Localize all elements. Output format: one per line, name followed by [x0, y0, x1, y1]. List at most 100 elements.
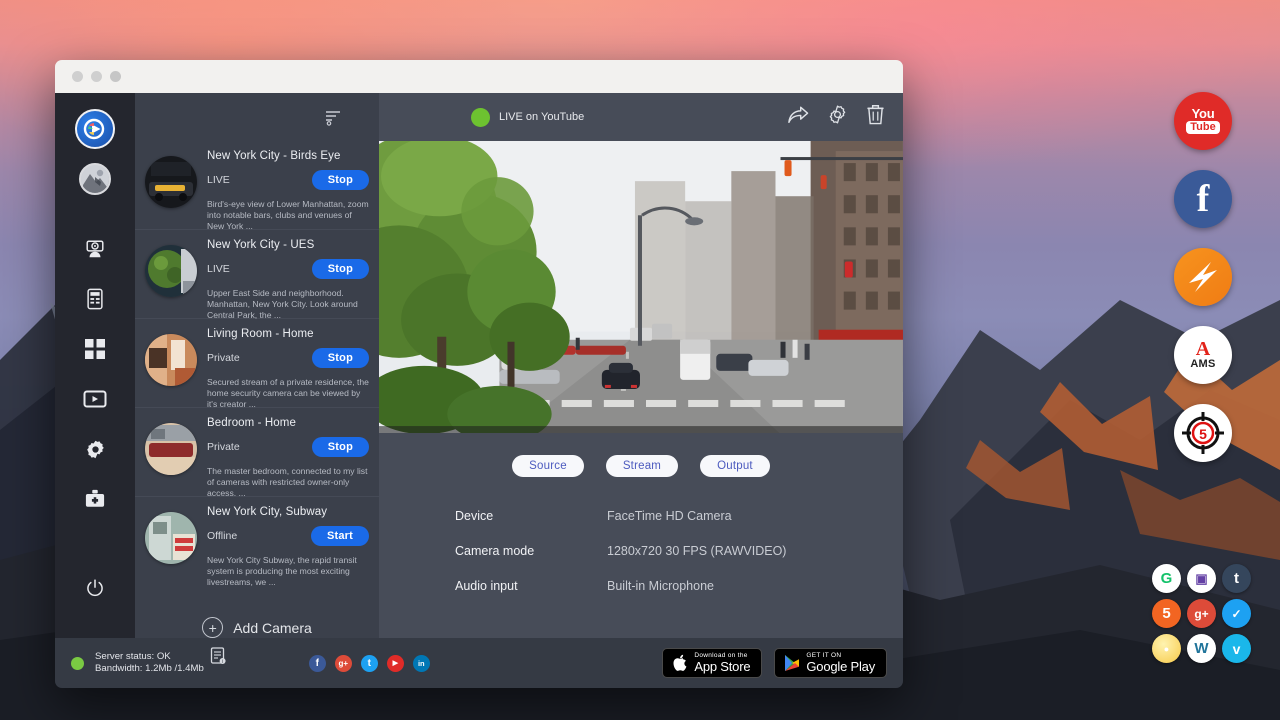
- youtube-you-text: You: [1192, 108, 1215, 120]
- camera-info: New York City - Birds Eye LIVE Stop Bird…: [207, 150, 369, 219]
- camera-status-row: Private Stop: [207, 437, 369, 457]
- sidebar-item-power[interactable]: [75, 568, 115, 608]
- adobe-ams-desktop-icon[interactable]: A AMS: [1174, 326, 1232, 384]
- sidebar-item-avatar[interactable]: [75, 159, 115, 199]
- twitter-icon[interactable]: t: [361, 655, 378, 672]
- window-close-dot[interactable]: [72, 71, 83, 82]
- tab-source[interactable]: Source: [512, 455, 584, 477]
- social-links: f g+ t ▶ in: [309, 655, 430, 672]
- camera-description: New York City Subway, the rapid transit …: [207, 555, 369, 588]
- audio-input-label: Audio input: [455, 579, 607, 593]
- trash-icon[interactable]: [866, 104, 885, 130]
- sidebar-item-cameras[interactable]: [75, 229, 115, 269]
- window-titlebar: [55, 60, 903, 93]
- tab-stream[interactable]: Stream: [606, 455, 678, 477]
- info-row-camera-mode: Camera mode 1280x720 30 FPS (RAWVIDEO): [455, 544, 903, 558]
- camera-thumbnail: [145, 156, 197, 208]
- camera-status: Offline: [207, 530, 237, 542]
- camera-status: LIVE: [207, 263, 230, 275]
- window-minimize-dot[interactable]: [91, 71, 102, 82]
- camera-start-button[interactable]: Start: [311, 526, 369, 546]
- audio-input-value: Built-in Microphone: [607, 579, 714, 593]
- camera-thumbnail: [145, 245, 197, 297]
- info-row-audio-input: Audio input Built-in Microphone: [455, 579, 903, 593]
- sidebar-item-player[interactable]: [75, 379, 115, 419]
- camera-info: Bedroom - Home Private Stop The master b…: [207, 417, 369, 486]
- camera-thumbnail: [145, 423, 197, 475]
- google-plus-icon[interactable]: g+: [335, 655, 352, 672]
- log-document-icon[interactable]: i: [210, 647, 227, 670]
- source-info-table: Device FaceTime HD Camera Camera mode 12…: [455, 509, 903, 614]
- camera-description: Secured stream of a private residence, t…: [207, 377, 369, 410]
- camera-title: New York City - Birds Eye: [207, 150, 369, 162]
- camera-list-item[interactable]: Living Room - Home Private Stop Secured …: [135, 319, 379, 408]
- wowza-desktop-icon[interactable]: [1174, 248, 1232, 306]
- camera-status-row: LIVE Stop: [207, 259, 369, 279]
- camera-description: Upper East Side and neighborhood. Manhat…: [207, 288, 369, 321]
- first-aid-kit-icon: [84, 489, 106, 509]
- sidebar-item-device[interactable]: [75, 279, 115, 319]
- camera-list-item[interactable]: New York City, Subway Offline Start New …: [135, 497, 379, 585]
- desktop-icon-column: You Tube f A AMS 5: [1172, 92, 1234, 462]
- flickr-icon[interactable]: ●: [1152, 634, 1181, 663]
- five-target-desktop-icon[interactable]: 5: [1174, 404, 1232, 462]
- video-preview[interactable]: [379, 141, 903, 433]
- youtube-icon[interactable]: ▶: [387, 655, 404, 672]
- facebook-desktop-icon[interactable]: f: [1174, 170, 1232, 228]
- five-glyph: 5: [1162, 605, 1170, 622]
- camera-title: Bedroom - Home: [207, 417, 369, 429]
- apple-icon: [672, 654, 688, 673]
- facebook-icon[interactable]: f: [309, 655, 326, 672]
- live-status-group: LIVE on YouTube: [471, 108, 584, 127]
- tumblr-icon[interactable]: t: [1222, 564, 1251, 593]
- grid-icon: [85, 339, 105, 359]
- camera-stop-button[interactable]: Stop: [312, 170, 369, 190]
- camera-status-row: LIVE Stop: [207, 170, 369, 190]
- vimeo-icon[interactable]: v: [1222, 634, 1251, 663]
- app-store-text: Download on the App Store: [694, 652, 750, 674]
- wordpress-glyph: W: [1194, 640, 1208, 657]
- power-icon: [85, 578, 105, 598]
- camera-stop-button[interactable]: Stop: [312, 437, 369, 457]
- sidebar-item-dashboard[interactable]: [75, 329, 115, 369]
- camera-list-item[interactable]: New York City - Birds Eye LIVE Stop Bird…: [135, 141, 379, 230]
- sidebar-item-settings[interactable]: [75, 429, 115, 469]
- share-icon[interactable]: [787, 105, 809, 130]
- twitch-icon[interactable]: ▣: [1187, 564, 1216, 593]
- ams-label: AMS: [1190, 359, 1215, 370]
- camera-description: Bird's-eye view of Lower Manhattan, zoom…: [207, 199, 369, 232]
- gear-icon[interactable]: [827, 104, 848, 130]
- camera-stop-button[interactable]: Stop: [312, 348, 369, 368]
- five-icon[interactable]: 5: [1152, 599, 1181, 628]
- google-plus-cluster-icon[interactable]: g+: [1187, 599, 1216, 628]
- google-plus-glyph: g+: [1194, 607, 1208, 621]
- window-body: New York City - Birds Eye LIVE Stop Bird…: [55, 93, 903, 638]
- sidebar-item-logo[interactable]: [75, 109, 115, 149]
- twitter-cluster-icon[interactable]: ✓: [1222, 599, 1251, 628]
- camera-list-item[interactable]: Bedroom - Home Private Stop The master b…: [135, 408, 379, 497]
- gear-icon: [85, 439, 106, 460]
- tab-output[interactable]: Output: [700, 455, 770, 477]
- youtube-glyph: ▶: [393, 659, 398, 667]
- camera-list-item[interactable]: New York City - UES LIVE Stop Upper East…: [135, 230, 379, 319]
- sidebar-item-support[interactable]: [75, 479, 115, 519]
- camera-list-panel: New York City - Birds Eye LIVE Stop Bird…: [135, 93, 379, 638]
- camera-status-row: Private Stop: [207, 348, 369, 368]
- camera-stop-button[interactable]: Stop: [312, 259, 369, 279]
- google-plus-glyph: g+: [339, 659, 349, 668]
- twitter-glyph: t: [368, 658, 371, 669]
- sort-icon[interactable]: [325, 108, 343, 131]
- window-maximize-dot[interactable]: [110, 71, 121, 82]
- device-label: Device: [455, 509, 607, 523]
- add-camera-button[interactable]: + Add Camera: [135, 585, 379, 638]
- google-play-text: GET IT ON Google Play: [806, 652, 875, 674]
- live-indicator-dot: [471, 108, 490, 127]
- google-play-badge[interactable]: GET IT ON Google Play: [774, 648, 887, 678]
- grammarly-icon[interactable]: G: [1152, 564, 1181, 593]
- application-window: New York City - Birds Eye LIVE Stop Bird…: [55, 60, 903, 688]
- youtube-desktop-icon[interactable]: You Tube: [1174, 92, 1232, 150]
- wordpress-icon[interactable]: W: [1187, 634, 1216, 663]
- app-store-badge[interactable]: Download on the App Store: [662, 648, 762, 678]
- mobile-device-icon: [85, 288, 105, 310]
- linkedin-icon[interactable]: in: [413, 655, 430, 672]
